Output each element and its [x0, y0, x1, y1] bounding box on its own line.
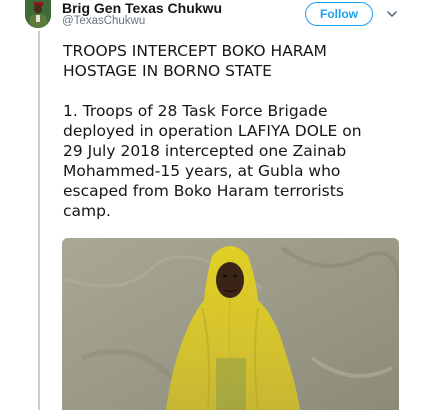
body-line: escaped from Boko Haram terrorists [63, 182, 344, 200]
thread-line [38, 31, 40, 410]
body-line: 29 July 2018 intercepted one Zainab [63, 142, 347, 160]
body-line: deployed in operation LAFIYA DOLE on [63, 122, 362, 140]
author-name[interactable]: Brig Gen Texas Chukwu [62, 0, 222, 16]
tweet-text: TROOPS INTERCEPT BOKO HARAM HOSTAGE IN B… [63, 41, 415, 221]
author-handle[interactable]: @TexasChukwu [62, 15, 145, 27]
body-line: Mohammed-15 years, at Gubla who [63, 162, 341, 180]
body-line: 1. Troops of 28 Task Force Brigade [63, 102, 328, 120]
tweet-photo[interactable] [62, 238, 399, 410]
headline-line: HOSTAGE IN BORNO STATE [63, 62, 272, 80]
chevron-down-icon[interactable] [386, 7, 398, 19]
body-line: camp. [63, 202, 111, 220]
avatar[interactable] [25, 0, 51, 28]
follow-button[interactable]: Follow [305, 2, 373, 26]
headline-line: TROOPS INTERCEPT BOKO HARAM [63, 42, 327, 60]
